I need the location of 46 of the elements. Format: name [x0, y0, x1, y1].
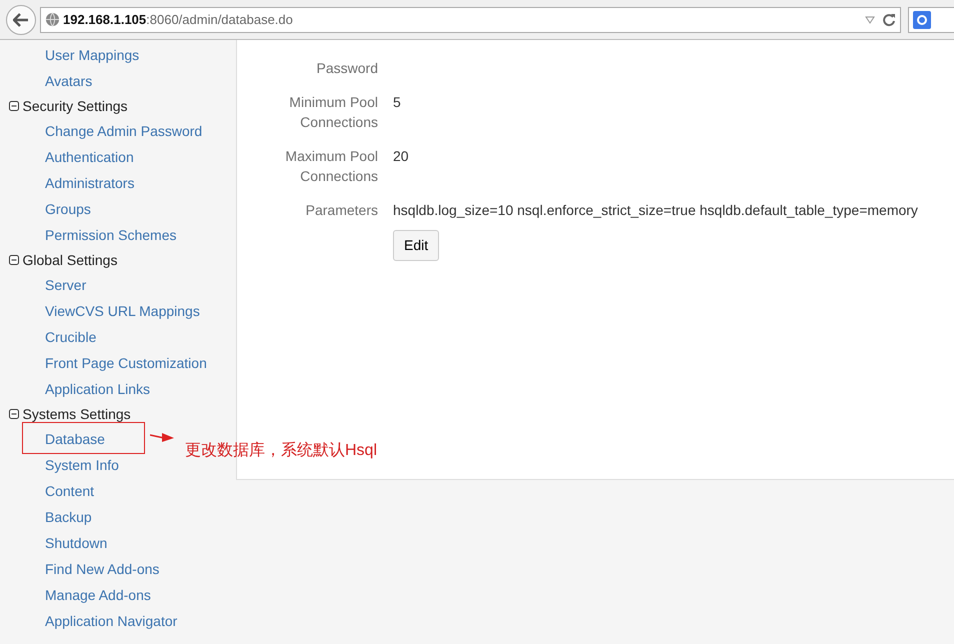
section-title[interactable]: Systems Settings [22, 402, 131, 426]
sidebar-link[interactable]: Permission Schemes [0, 222, 176, 248]
sidebar-link[interactable]: Shutdown [0, 530, 108, 556]
field-label: Minimum Pool Connections [288, 93, 378, 132]
sidebar-link[interactable]: User Mappings [0, 42, 140, 68]
dropdown-icon[interactable] [865, 16, 875, 24]
sidebar-link[interactable]: Application Navigator [0, 608, 178, 634]
back-button[interactable] [6, 4, 36, 34]
url-host: 192.168.1.105 [63, 12, 146, 27]
section-title[interactable]: Global Settings [22, 248, 118, 272]
field-label: Password [316, 59, 378, 78]
sidebar-link[interactable]: Database [0, 426, 105, 452]
edit-button[interactable]: Edit [393, 230, 440, 261]
sidebar-link[interactable]: Administrators [0, 170, 134, 196]
reload-icon[interactable] [882, 12, 896, 26]
annotation-text: 更改数据库，系统默认Hsql [185, 440, 378, 461]
toggle-icon[interactable] [9, 101, 19, 111]
sidebar-link[interactable]: Groups [0, 196, 91, 222]
field-value: 5 [393, 93, 401, 112]
toggle-icon[interactable] [9, 409, 19, 419]
section-title[interactable]: Security Settings [22, 94, 128, 118]
sidebar-link[interactable]: Authentication [0, 144, 134, 170]
arrow-icon [150, 432, 174, 442]
sidebar-link[interactable]: Manage Add-ons [0, 582, 151, 608]
sidebar-link[interactable]: Change Admin Password [0, 118, 202, 144]
field-value: hsqldb.log_size=10 nsql.enforce_strict_size=true hsqldb.default_table_type=memory [393, 201, 918, 220]
sidebar-link[interactable]: Find New Add-ons [0, 556, 160, 582]
toggle-icon[interactable] [9, 255, 19, 265]
field-label: Parameters [304, 201, 378, 220]
search-field[interactable] [908, 6, 954, 32]
sidebar-link[interactable]: Avatars [0, 68, 92, 94]
sidebar-link[interactable]: Crucible [0, 324, 96, 350]
sidebar-link[interactable]: Front Page Customization [0, 350, 207, 376]
sidebar-link[interactable]: Content [0, 478, 94, 504]
globe-icon [44, 12, 60, 27]
back-arrow-icon [13, 12, 29, 26]
search-engine-icon[interactable] [912, 10, 930, 28]
sidebar-link[interactable]: Application Links [0, 376, 150, 402]
field-label: Maximum Pool Connections [284, 147, 378, 186]
sidebar-link[interactable]: Server [0, 272, 86, 298]
sidebar-link[interactable]: Backup [0, 504, 92, 530]
field-value: 20 [393, 147, 409, 166]
sidebar-link[interactable]: ViewCVS URL Mappings [0, 298, 200, 324]
address-bar[interactable]: 192.168.1.105:8060/admin/database.do [40, 6, 901, 32]
sidebar-link[interactable]: System Info [0, 452, 119, 478]
url-path: :8060/admin/database.do [146, 12, 293, 27]
